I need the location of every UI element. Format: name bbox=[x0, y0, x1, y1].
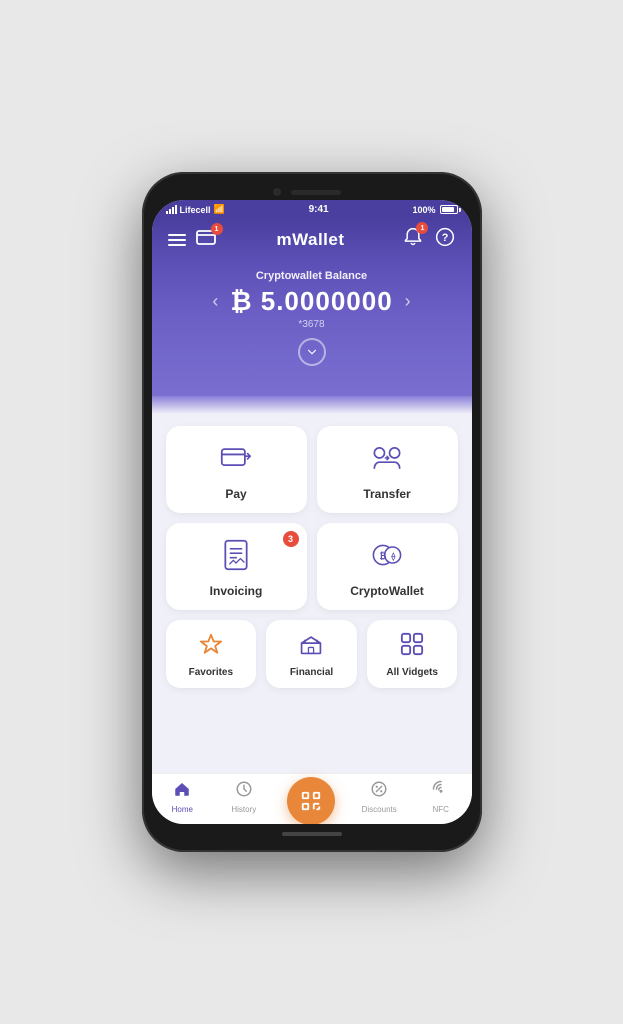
home-label: Home bbox=[172, 805, 193, 814]
home-indicator bbox=[282, 832, 342, 836]
svg-text:?: ? bbox=[442, 232, 449, 244]
battery-label: 100% bbox=[412, 205, 435, 215]
phone-notch bbox=[152, 182, 472, 200]
nav-history[interactable]: History bbox=[213, 780, 275, 814]
app-header: 1 mWallet 1 ? bbox=[152, 219, 472, 260]
nfc-icon bbox=[432, 780, 450, 803]
time-display: 9:41 bbox=[309, 204, 329, 215]
balance-section: Cryptowallet Balance ‹ ₿ 5.0000000 › *36… bbox=[152, 260, 472, 396]
camera bbox=[273, 188, 281, 196]
expand-button[interactable] bbox=[298, 338, 326, 366]
all-vidgets-icon bbox=[400, 632, 424, 661]
pay-card[interactable]: Pay bbox=[166, 426, 307, 513]
financial-label: Financial bbox=[290, 667, 333, 678]
invoicing-badge: 3 bbox=[283, 531, 299, 547]
status-right: 100% bbox=[412, 205, 457, 215]
pay-label: Pay bbox=[225, 487, 246, 501]
favorites-card[interactable]: Favorites bbox=[166, 620, 257, 688]
notification-badge: 1 bbox=[416, 222, 428, 234]
all-vidgets-card[interactable]: All Vidgets bbox=[367, 620, 458, 688]
pay-icon bbox=[220, 442, 252, 479]
nav-nfc[interactable]: NFC bbox=[410, 780, 472, 814]
balance-amount: ₿ 5.0000000 bbox=[230, 286, 392, 317]
extras-grid: Favorites Financial bbox=[166, 620, 458, 688]
status-left: Lifecell 📶 bbox=[166, 204, 225, 215]
home-icon bbox=[173, 780, 191, 803]
transfer-card[interactable]: Transfer bbox=[317, 426, 458, 513]
carrier-label: Lifecell bbox=[180, 205, 211, 215]
balance-next-button[interactable]: › bbox=[401, 291, 415, 312]
notification-button[interactable]: 1 bbox=[403, 227, 423, 252]
nav-discounts[interactable]: Discounts bbox=[348, 780, 410, 814]
nfc-label: NFC bbox=[432, 805, 448, 814]
discounts-label: Discounts bbox=[362, 805, 397, 814]
invoicing-label: Invoicing bbox=[210, 584, 263, 598]
phone-frame: Lifecell 📶 9:41 100% bbox=[142, 172, 482, 852]
transfer-label: Transfer bbox=[363, 487, 410, 501]
help-button[interactable]: ? bbox=[435, 227, 455, 252]
header-left: 1 bbox=[168, 228, 218, 251]
history-label: History bbox=[231, 805, 256, 814]
wave-divider bbox=[152, 396, 472, 414]
app-title: mWallet bbox=[276, 230, 344, 250]
phone-screen: Lifecell 📶 9:41 100% bbox=[152, 200, 472, 824]
invoicing-icon bbox=[220, 539, 252, 576]
speaker bbox=[291, 190, 341, 195]
financial-icon bbox=[299, 632, 323, 661]
all-vidgets-label: All Vidgets bbox=[386, 667, 438, 678]
scan-button[interactable] bbox=[287, 777, 335, 824]
favorites-icon bbox=[199, 632, 223, 661]
main-content: Pay Transfer 3 bbox=[152, 414, 472, 773]
battery-icon bbox=[440, 205, 458, 214]
balance-row: ‹ ₿ 5.0000000 › bbox=[172, 286, 452, 317]
balance-account: *3678 bbox=[172, 319, 452, 330]
transfer-icon bbox=[371, 442, 403, 479]
card-badge: 1 bbox=[211, 223, 223, 235]
favorites-label: Favorites bbox=[189, 667, 233, 678]
discounts-icon bbox=[370, 780, 388, 803]
action-grid: Pay Transfer 3 bbox=[166, 426, 458, 610]
nav-home[interactable]: Home bbox=[152, 780, 214, 814]
menu-button[interactable] bbox=[168, 234, 186, 246]
svg-text:₿: ₿ bbox=[379, 551, 386, 561]
phone-bottom bbox=[152, 824, 472, 842]
status-bar: Lifecell 📶 9:41 100% bbox=[152, 200, 472, 219]
cryptowallet-card[interactable]: ₿ ⟠ CryptoWallet bbox=[317, 523, 458, 610]
wifi-icon: 📶 bbox=[214, 204, 225, 215]
cryptowallet-label: CryptoWallet bbox=[350, 584, 424, 598]
balance-label: Cryptowallet Balance bbox=[172, 270, 452, 282]
header-right: 1 ? bbox=[403, 227, 455, 252]
signal-icon bbox=[166, 205, 177, 214]
history-icon bbox=[235, 780, 253, 803]
cryptowallet-icon: ₿ ⟠ bbox=[371, 539, 403, 576]
card-button[interactable]: 1 bbox=[196, 228, 218, 251]
balance-prev-button[interactable]: ‹ bbox=[208, 291, 222, 312]
bottom-nav: Home History bbox=[152, 773, 472, 824]
invoicing-card[interactable]: 3 Invoicing bbox=[166, 523, 307, 610]
currency-symbol: ₿ bbox=[230, 286, 260, 316]
financial-card[interactable]: Financial bbox=[266, 620, 357, 688]
